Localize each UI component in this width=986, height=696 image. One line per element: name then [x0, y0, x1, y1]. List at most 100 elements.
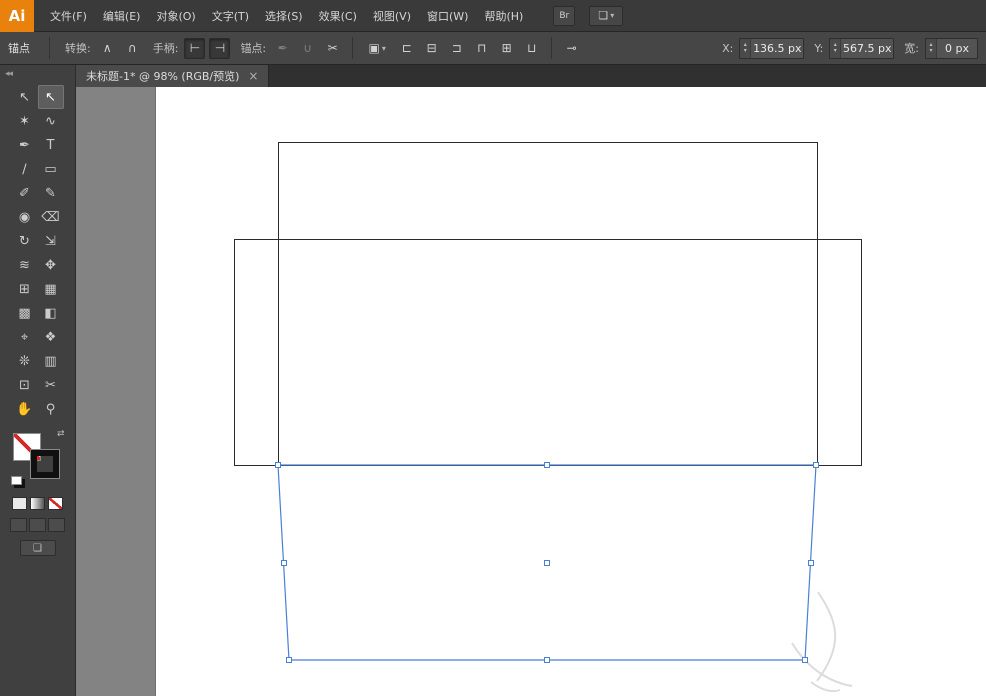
shape-builder-tool[interactable]: ⊞ — [12, 277, 38, 301]
anchor-point[interactable] — [286, 657, 292, 663]
menu-item-4[interactable]: 选择(S) — [257, 0, 311, 31]
column-graph-tool[interactable]: ▥ — [38, 349, 64, 373]
document-tab[interactable]: 未标题-1* @ 98% (RGB/预览) × — [76, 65, 270, 87]
path-rectangle-1[interactable] — [278, 142, 818, 466]
menu-item-8[interactable]: 帮助(H) — [476, 0, 531, 31]
anchor-point[interactable] — [802, 657, 808, 663]
anchor-point[interactable] — [808, 560, 814, 566]
magic-wand-tool[interactable]: ✶ — [12, 109, 38, 133]
rotate-tool[interactable]: ↻ — [12, 229, 38, 253]
divider — [352, 37, 354, 59]
panel-collapse-icon[interactable]: ◂◂ — [0, 65, 75, 83]
width-input[interactable] — [937, 41, 977, 55]
draw-normal-button[interactable] — [10, 518, 27, 532]
direct-selection-tool[interactable]: ↖ — [37, 85, 64, 109]
rectangle-tool[interactable]: ▭ — [38, 157, 64, 181]
perspective-grid-tool[interactable]: ▦ — [38, 277, 64, 301]
draw-behind-button[interactable] — [29, 518, 46, 532]
color-button[interactable] — [12, 497, 27, 510]
slice-tool[interactable]: ✂ — [38, 373, 64, 397]
align-vmiddle-button[interactable]: ⊞ — [496, 38, 517, 59]
menu-item-2[interactable]: 对象(O) — [148, 0, 203, 31]
paintbrush-tool[interactable]: ✐ — [12, 181, 38, 205]
hide-handles-button[interactable]: ⊣ — [209, 37, 231, 59]
selection-tool[interactable]: ↖ — [12, 85, 38, 109]
watermark-graphic — [816, 591, 837, 682]
align-left-button[interactable]: ⊏ — [396, 38, 417, 59]
width-tool[interactable]: ≋ — [12, 253, 38, 277]
menu-item-6[interactable]: 视图(V) — [365, 0, 419, 31]
menu-item-0[interactable]: 文件(F) — [42, 0, 95, 31]
x-input[interactable] — [751, 41, 804, 55]
show-handles-button[interactable]: ⊢ — [184, 37, 206, 59]
align-bottom-button[interactable]: ⊔ — [521, 38, 542, 59]
path-rectangle-2[interactable] — [234, 239, 862, 466]
watermark-graphic — [810, 681, 841, 693]
line-tool[interactable]: ∕ — [12, 157, 38, 181]
anchor-point[interactable] — [544, 657, 550, 663]
eyedropper-tool[interactable]: ⌖ — [12, 325, 38, 349]
anchor-point[interactable] — [544, 462, 550, 468]
width-field: ▴ ▾ — [925, 37, 978, 59]
anchor-point[interactable] — [813, 462, 819, 468]
menu-item-3[interactable]: 文字(T) — [204, 0, 257, 31]
menu-item-5[interactable]: 效果(C) — [311, 0, 365, 31]
hand-tool[interactable]: ✋ — [12, 397, 38, 421]
convert-to-corner-button[interactable]: ∧ — [97, 38, 118, 59]
remove-anchor-button[interactable]: ✒ — [272, 38, 293, 59]
anchor-point[interactable] — [281, 560, 287, 566]
tab-close-icon[interactable]: × — [248, 69, 258, 83]
align-top-button[interactable]: ⊓ — [471, 38, 492, 59]
canvas-area[interactable] — [76, 87, 986, 696]
control-bar: 锚点 转换: ∧ ∩ 手柄: ⊢ ⊣ 锚点: ✒ ∪ ✂ ▣ ▾ ⊏ ⊟ ⊐ ⊓… — [0, 32, 986, 65]
y-input[interactable] — [841, 41, 894, 55]
main-area: ◂◂ ↖ ↖ ✶ ∿ ✒ T ∕ ▭ ✐ ✎ ◉ ⌫ ↻ ⇲ ≋ ✥ ⊞ ▦ ▩ ◧ ⌖ ❖ ❊ ▥ ⊡ ✂ ✋ ⚲ ⇄ ❏ — [0, 65, 986, 696]
lasso-tool[interactable]: ∿ — [38, 109, 64, 133]
none-button[interactable] — [48, 497, 63, 510]
default-fill-stroke-icon[interactable] — [10, 476, 22, 485]
scale-tool[interactable]: ⇲ — [38, 229, 64, 253]
convert-label: 转换: — [65, 42, 91, 55]
mesh-tool[interactable]: ▩ — [12, 301, 38, 325]
change-screen-mode-button[interactable]: ❏ — [19, 540, 56, 556]
cut-path-button[interactable]: ✂ — [322, 38, 343, 59]
menu-item-7[interactable]: 窗口(W) — [419, 0, 476, 31]
tab-title: 未标题-1* @ 98% (RGB/预览) — [86, 70, 240, 83]
isolate-icon: ▣ — [368, 41, 380, 55]
x-label: X: — [722, 41, 734, 55]
arrange-documents-button[interactable]: ❏ ▾ — [589, 5, 624, 26]
divider — [551, 37, 553, 59]
pencil-tool[interactable]: ✎ — [38, 181, 64, 205]
artboard-tool[interactable]: ⊡ — [12, 373, 38, 397]
convert-to-smooth-button[interactable]: ∩ — [122, 38, 143, 59]
center-point[interactable] — [544, 560, 550, 566]
stroke-swatch[interactable] — [29, 449, 60, 479]
type-tool[interactable]: T — [38, 133, 64, 157]
menu-item-1[interactable]: 编辑(E) — [95, 0, 149, 31]
isolate-button[interactable]: ▣ ▾ — [362, 38, 392, 59]
bridge-button[interactable]: Br — [553, 5, 576, 26]
draw-inside-button[interactable] — [48, 518, 65, 532]
distribute-button[interactable]: ⊸ — [561, 38, 582, 59]
app-logo: Ai — [0, 0, 34, 32]
align-right-button[interactable]: ⊐ — [446, 38, 467, 59]
blob-brush-tool[interactable]: ◉ — [12, 205, 38, 229]
y-label: Y: — [814, 41, 824, 55]
align-hcenter-button[interactable]: ⊟ — [421, 38, 442, 59]
gradient-button[interactable] — [30, 497, 45, 510]
eraser-tool[interactable]: ⌫ — [38, 205, 64, 229]
symbol-sprayer-tool[interactable]: ❊ — [12, 349, 38, 373]
free-transform-tool[interactable]: ✥ — [38, 253, 64, 277]
y-stepper[interactable]: ▴ ▾ — [830, 38, 842, 58]
draw-mode-buttons — [10, 518, 65, 532]
gradient-tool[interactable]: ◧ — [38, 301, 64, 325]
swap-fill-stroke-icon[interactable]: ⇄ — [57, 429, 65, 439]
x-stepper[interactable]: ▴ ▾ — [740, 38, 752, 58]
anchor-point[interactable] — [275, 462, 281, 468]
connect-endpoints-button[interactable]: ∪ — [297, 38, 318, 59]
zoom-tool[interactable]: ⚲ — [38, 397, 64, 421]
width-stepper[interactable]: ▴ ▾ — [926, 38, 937, 58]
blend-tool[interactable]: ❖ — [38, 325, 64, 349]
pen-tool[interactable]: ✒ — [12, 133, 38, 157]
illustrator-window: Ai 文件(F) 编辑(E) 对象(O) 文字(T) 选择(S) 效果(C) 视图(V) 窗口… — [0, 0, 986, 696]
